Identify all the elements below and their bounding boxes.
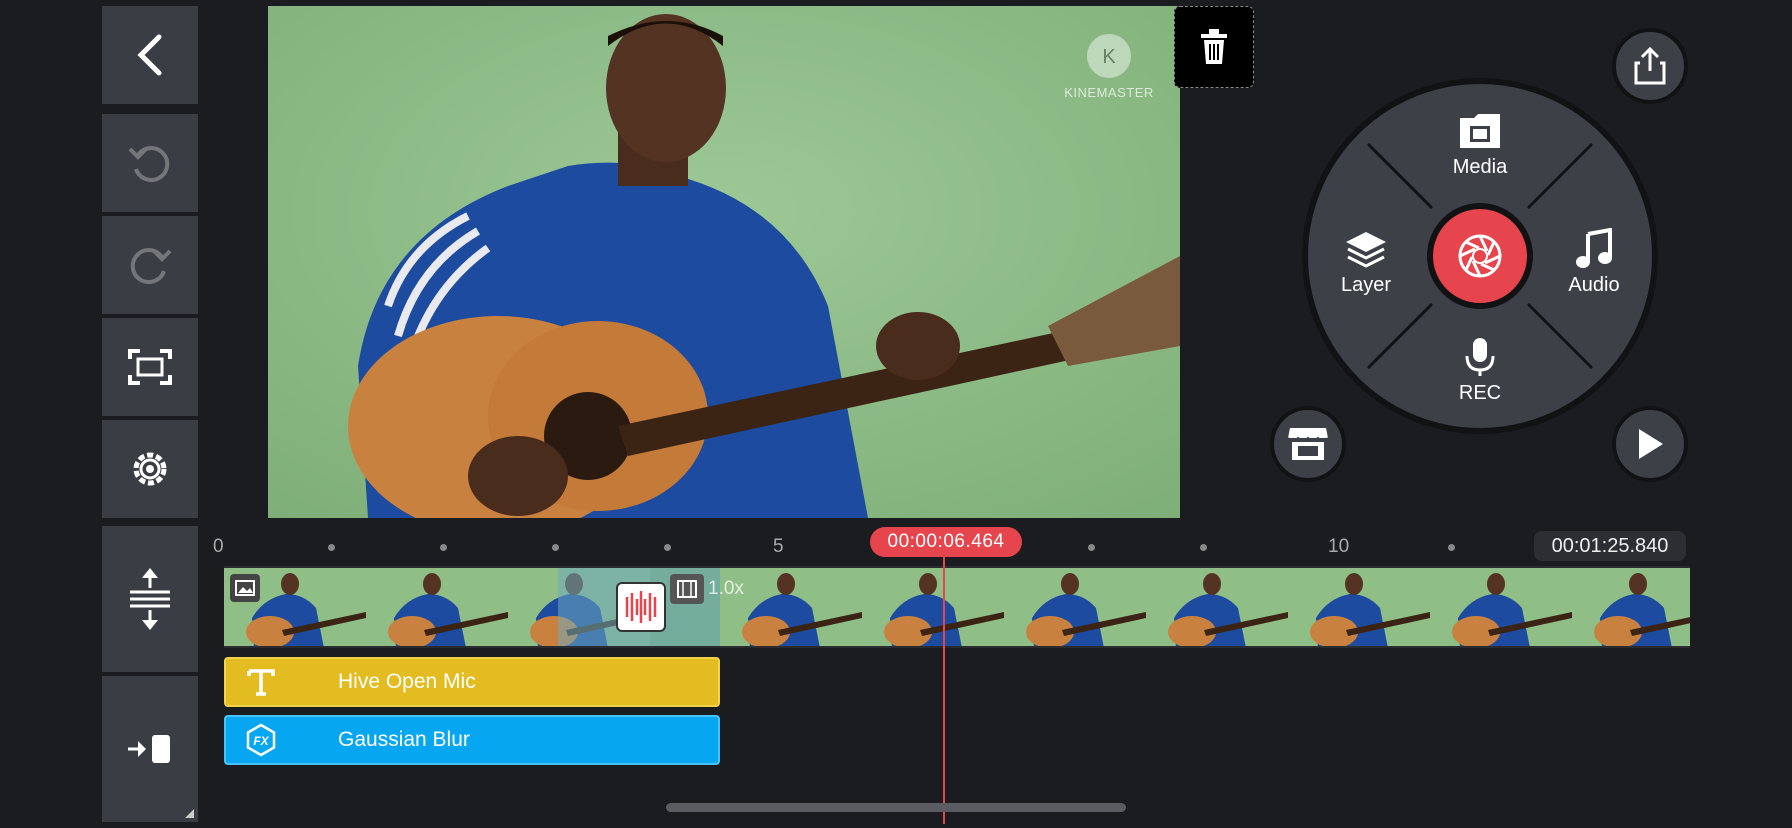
corner-grip-icon: [185, 809, 194, 818]
video-clip-badge: [670, 574, 704, 604]
speed-label: 1.0x: [708, 578, 744, 599]
fx-icon: FX: [246, 723, 276, 757]
play-button[interactable]: [1612, 406, 1688, 482]
media-folder-icon: [1460, 114, 1500, 148]
tick-dot: [1088, 544, 1095, 551]
asset-store-button[interactable]: [1270, 406, 1346, 482]
fullscreen-icon: [128, 349, 172, 385]
kinemaster-logo-icon: K: [1087, 34, 1131, 78]
playhead-time[interactable]: 00:00:06.464: [870, 527, 1022, 557]
tick-dot: [440, 544, 447, 551]
undo-button[interactable]: [102, 114, 198, 212]
fullscreen-button[interactable]: [102, 318, 198, 416]
tick-dot: [1448, 544, 1455, 551]
tick-dot: [328, 544, 335, 551]
text-clip-label: Hive Open Mic: [338, 670, 476, 693]
share-icon: [1634, 47, 1666, 85]
trash-icon: [1201, 29, 1227, 64]
tick-dot: [552, 544, 559, 551]
svg-text:FX: FX: [253, 734, 269, 748]
redo-button[interactable]: [102, 216, 198, 314]
video-preview[interactable]: K KINEMASTER: [268, 6, 1180, 518]
track-height-button[interactable]: [102, 526, 198, 672]
tick-label: 5: [773, 536, 784, 557]
camera-shutter-icon: [1458, 234, 1502, 278]
preview-frame: [268, 6, 1180, 518]
project-duration: 00:01:25.840: [1534, 531, 1686, 561]
transition-icon: [625, 591, 657, 623]
video-track[interactable]: 1.0x: [224, 566, 1690, 648]
back-button[interactable]: [102, 6, 198, 104]
jump-to-start-button[interactable]: [102, 676, 198, 822]
svg-text:K: K: [1102, 46, 1116, 68]
layer-button[interactable]: Layer: [1316, 228, 1416, 308]
video-thumbnail: [1004, 568, 1146, 646]
tick-label: 10: [1328, 536, 1350, 557]
image-icon: [235, 580, 255, 596]
text-icon: [247, 669, 275, 696]
video-thumbnail: [862, 568, 1004, 646]
kinemaster-watermark: K KINEMASTER: [1064, 32, 1154, 100]
tick-dot: [1200, 544, 1207, 551]
layers-icon: [1346, 232, 1386, 268]
jump-to-start-icon: [128, 735, 170, 763]
media-button[interactable]: Media: [1430, 110, 1530, 190]
timeline-scrollbar[interactable]: [666, 803, 1126, 812]
chevron-left-icon: [137, 34, 162, 76]
redo-icon: [130, 248, 172, 285]
fx-clip-label: Gaussian Blur: [338, 728, 470, 751]
text-layer-clip[interactable]: Hive Open Mic: [224, 657, 720, 707]
video-thumbnail: [1430, 568, 1572, 646]
delete-button[interactable]: [1174, 6, 1254, 88]
video-thumbnail: [1288, 568, 1430, 646]
undo-icon: [128, 146, 170, 183]
rec-label: REC: [1458, 382, 1502, 404]
rec-button[interactable]: REC: [1430, 336, 1530, 416]
settings-button[interactable]: [102, 420, 198, 518]
store-icon: [1288, 428, 1328, 460]
audio-label: Audio: [1568, 274, 1620, 296]
tick-dot: [664, 544, 671, 551]
playhead[interactable]: [943, 556, 945, 824]
image-badge: [230, 574, 260, 602]
music-note-icon: [1576, 228, 1612, 268]
video-thumbnail: [1572, 568, 1690, 646]
video-thumbnail: [1146, 568, 1288, 646]
layer-label: Layer: [1340, 274, 1392, 296]
capture-button[interactable]: [1427, 203, 1533, 309]
media-label: Media: [1452, 156, 1508, 178]
effect-layer-clip[interactable]: FX Gaussian Blur: [224, 715, 720, 765]
watermark-text: KINEMASTER: [1064, 85, 1154, 100]
video-thumbnail: [366, 568, 508, 646]
microphone-icon: [1465, 338, 1495, 376]
gear-icon: [133, 452, 167, 486]
audio-button[interactable]: Audio: [1544, 228, 1644, 308]
tick-label: 0: [213, 536, 224, 557]
expand-vertical-icon: [130, 568, 170, 630]
play-icon: [1639, 429, 1663, 459]
film-icon: [677, 580, 697, 598]
transition-marker[interactable]: [616, 582, 666, 632]
